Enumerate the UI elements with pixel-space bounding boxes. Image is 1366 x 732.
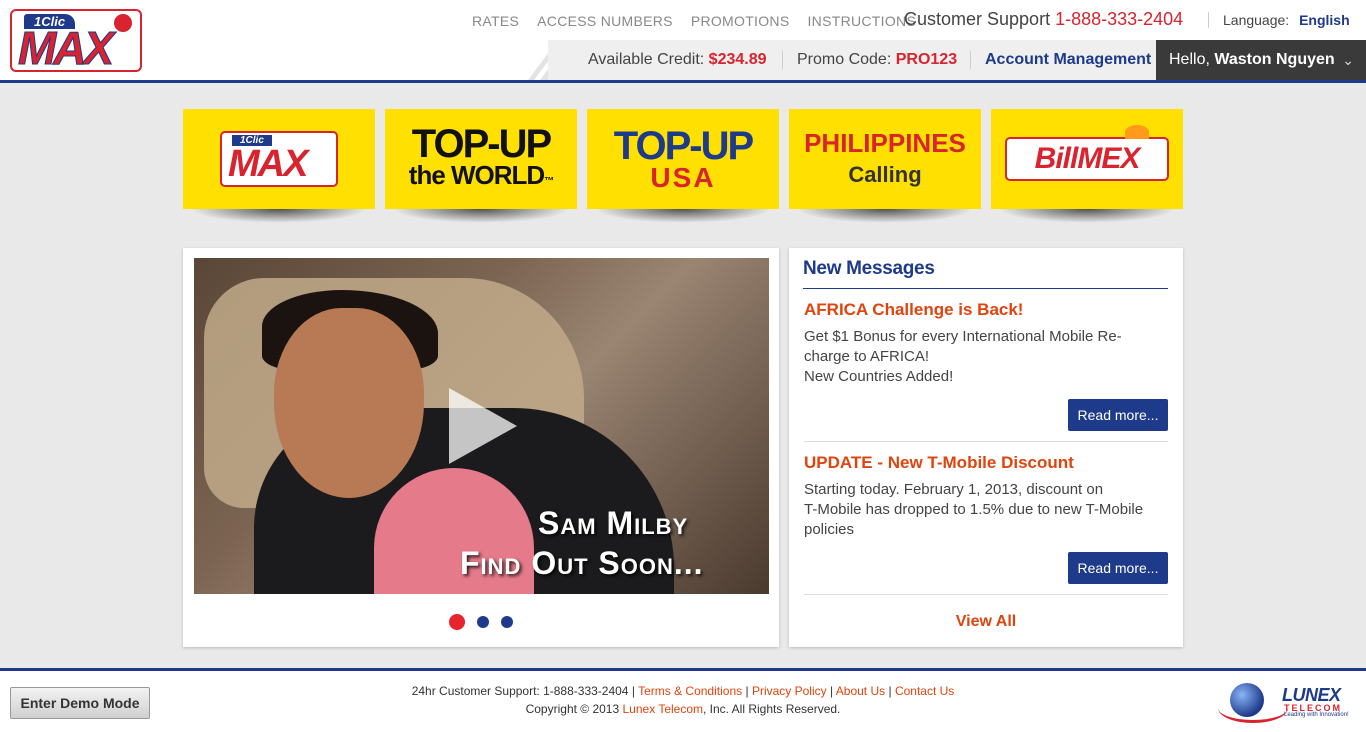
carousel-dot-1[interactable]	[449, 614, 465, 630]
billmex-logo: BillMEX	[1005, 125, 1169, 181]
tile-line2: Calling	[848, 162, 922, 187]
contact-link[interactable]: Contact Us	[895, 684, 954, 698]
support-number: 1-888-333-2404	[1055, 9, 1184, 29]
video-caption-line1: Sam Milby	[538, 505, 689, 541]
top-navigation: RATES ACCESS NUMBERS PROMOTIONS INSTRUCT…	[472, 11, 934, 31]
terms-link[interactable]: Terms & Conditions	[638, 684, 742, 698]
chevron-down-icon[interactable]: ⌄	[1342, 52, 1354, 69]
lunex-telecom-link[interactable]: Lunex Telecom	[623, 702, 704, 716]
message-item: UPDATE - New T-Mobile Discount Starting …	[804, 453, 1168, 540]
message-body-line: charge to AFRICA!	[804, 348, 930, 365]
tile-wordmark: MAX	[228, 143, 308, 185]
view-all-link[interactable]: View All	[789, 613, 1183, 631]
separator: |	[829, 684, 834, 698]
promo-label: Promo Code:	[797, 51, 892, 68]
language-label: Language:	[1223, 12, 1290, 28]
about-link[interactable]: About Us	[836, 684, 885, 698]
tile-line2: the WORLD™	[408, 159, 554, 190]
privacy-link[interactable]: Privacy Policy	[752, 684, 827, 698]
video-player[interactable]: Sam Milby Find Out Soon...	[194, 258, 769, 594]
message-body-line: Starting today. February 1, 2013, discou…	[804, 481, 1104, 498]
tile-line2: USA	[650, 162, 716, 193]
message-heading[interactable]: UPDATE - New T-Mobile Discount	[804, 453, 1168, 473]
credit-value: $234.89	[708, 51, 767, 68]
support-label: Customer Support	[904, 9, 1051, 29]
lunex-tagline: Leading with Innovation!	[1284, 712, 1349, 718]
copyright-prefix: Copyright © 2013	[525, 702, 620, 716]
carousel-dot-2[interactable]	[477, 616, 489, 628]
credit-label: Available Credit:	[588, 51, 705, 68]
sombrero-icon	[1125, 125, 1149, 139]
customer-support: Customer Support 1-888-333-2404	[904, 9, 1183, 30]
play-icon[interactable]	[449, 388, 517, 464]
message-heading[interactable]: AFRICA Challenge is Back!	[804, 300, 1168, 320]
tile-topup-world[interactable]: TOP-UP the WORLD™	[385, 109, 577, 223]
topup-world-logo: TOP-UP the WORLD™	[408, 121, 554, 194]
message-body: Starting today. February 1, 2013, discou…	[804, 480, 1168, 540]
brand-logo[interactable]: 1Clic MAX	[10, 9, 142, 72]
nav-access-numbers[interactable]: ACCESS NUMBERS	[537, 13, 673, 29]
tile-1clic-max[interactable]: 1Clic MAX	[183, 109, 375, 223]
footer: Enter Demo Mode 24hr Customer Support: 1…	[0, 668, 1366, 732]
logo-wordmark: MAX	[17, 22, 114, 74]
nav-instructions[interactable]: INSTRUCTIONS	[807, 13, 916, 29]
message-divider	[804, 594, 1168, 595]
promo-code: Promo Code: PRO123	[782, 51, 957, 69]
footer-line1: 24hr Customer Support: 1-888-333-2404 | …	[0, 682, 1366, 700]
copyright-suffix: , Inc. All Rights Reserved.	[703, 702, 841, 716]
nav-rates[interactable]: RATES	[472, 13, 519, 29]
topup-usa-logo: TOP-UP USA	[613, 124, 754, 193]
tile-line1: TOP-UP	[411, 121, 552, 166]
philippines-calling-logo: PHILIPPINES Calling	[804, 128, 966, 190]
separator: |	[745, 684, 749, 698]
tile-line1: PHILIPPINES	[804, 128, 966, 158]
user-name: Waston Nguyen	[1214, 51, 1335, 68]
footer-text: 24hr Customer Support: 1-888-333-2404 | …	[0, 682, 1366, 718]
video-panel: Sam Milby Find Out Soon...	[183, 248, 779, 647]
hello-label: Hello,	[1169, 51, 1210, 68]
mascot-icon	[114, 14, 132, 32]
available-credit: Available Credit: $234.89	[588, 51, 767, 69]
video-still-face	[274, 308, 424, 498]
carousel-dot-3[interactable]	[501, 616, 513, 628]
nav-promotions[interactable]: PROMOTIONS	[691, 13, 790, 29]
video-caption-line2: Find Out Soon...	[460, 545, 704, 581]
footer-line2: Copyright © 2013 Lunex Telecom, Inc. All…	[0, 700, 1366, 718]
lunex-logo[interactable]: LUNEX TELECOM Leading with Innovation!	[1218, 683, 1358, 723]
language-value[interactable]: English	[1299, 12, 1350, 28]
promo-value: PRO123	[895, 51, 958, 68]
separator: |	[631, 684, 635, 698]
message-body-line: T-Mobile has dropped to 1.5% due to new …	[804, 501, 1144, 518]
footer-support: 24hr Customer Support: 1-888-333-2404	[411, 684, 629, 698]
product-tiles: 1Clic MAX TOP-UP the WORLD™ TOP-UP USA P…	[183, 109, 1183, 223]
messages-title: New Messages	[803, 258, 1168, 289]
read-more-button[interactable]: Read more...	[1068, 552, 1168, 584]
messages-panel: New Messages AFRICA Challenge is Back! G…	[789, 248, 1183, 647]
tile-philippines-calling[interactable]: PHILIPPINES Calling	[789, 109, 981, 223]
message-body-line: New Countries Added!	[804, 368, 954, 385]
message-body-line: policies	[804, 521, 855, 538]
language-selector: Language: English	[1208, 12, 1350, 28]
read-more-button[interactable]: Read more...	[1068, 399, 1168, 431]
user-menu[interactable]: Hello, Waston Nguyen ⌄	[1156, 40, 1366, 80]
message-divider	[804, 441, 1168, 442]
globe-icon	[1230, 683, 1264, 717]
tile-line1: TOP-UP	[613, 124, 754, 168]
tile-billmex[interactable]: BillMEX	[991, 109, 1183, 223]
carousel-dots	[183, 614, 779, 630]
account-management-link[interactable]: Account Management	[970, 51, 1151, 69]
1clic-max-logo: 1Clic MAX	[220, 131, 338, 187]
separator: |	[888, 684, 892, 698]
tile-topup-usa[interactable]: TOP-UP USA	[587, 109, 779, 223]
message-item: AFRICA Challenge is Back! Get $1 Bonus f…	[804, 300, 1168, 387]
message-body-line: Get $1 Bonus for every International Mob…	[804, 328, 1122, 345]
tile-wordmark: BillMEX	[1034, 142, 1141, 175]
header: 1Clic MAX RATES ACCESS NUMBERS PROMOTION…	[0, 0, 1366, 83]
message-body: Get $1 Bonus for every International Mob…	[804, 327, 1168, 387]
